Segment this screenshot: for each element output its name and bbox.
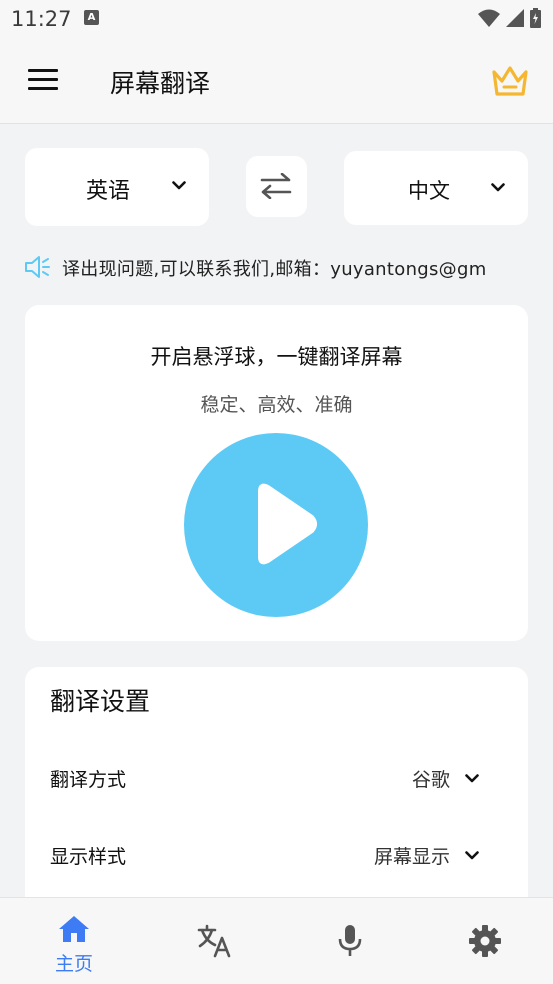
settings-gear-icon [469, 925, 501, 957]
status-bar: 11:27 A [0, 0, 553, 38]
app-bar: 屏幕翻译 [0, 38, 553, 124]
source-language-select[interactable]: 英语 [25, 148, 209, 226]
home-icon [59, 916, 89, 942]
floating-ball-title: 开启悬浮球，一键翻译屏幕 [150, 345, 403, 369]
translation-method-value: 谷歌 [411, 769, 450, 791]
translate-icon [197, 924, 231, 958]
swap-arrows-icon [260, 173, 292, 199]
swap-languages-button[interactable] [246, 156, 307, 217]
translation-method-row[interactable]: 翻译方式 谷歌 [25, 747, 528, 807]
chevron-down-icon [465, 851, 479, 860]
display-style-row[interactable]: 显示样式 屏幕显示 [25, 824, 528, 884]
target-language-select[interactable]: 中文 [344, 151, 528, 225]
hamburger-menu-icon[interactable] [28, 69, 58, 91]
battery-icon [530, 8, 541, 28]
floating-ball-subtitle: 稳定、高效、准确 [200, 394, 353, 416]
bottom-navigation: 主页 [0, 897, 553, 984]
settings-title: 翻译设置 [50, 687, 151, 716]
chevron-down-icon [172, 181, 186, 190]
start-floating-ball-button[interactable] [184, 433, 368, 617]
notice-text: 译出现问题,可以联系我们,邮箱：yuyantongs@gm [62, 259, 487, 280]
a-icon: A [84, 10, 99, 25]
display-style-value: 屏幕显示 [373, 846, 450, 868]
notice-marquee: 译出现问题,可以联系我们,邮箱：yuyantongs@gm [24, 250, 528, 284]
signal-icon [506, 9, 524, 27]
floating-ball-card: 开启悬浮球，一键翻译屏幕 稳定、高效、准确 [25, 305, 528, 641]
display-style-label: 显示样式 [50, 846, 127, 868]
microphone-icon [338, 925, 362, 956]
play-icon [258, 483, 317, 565]
nav-home-label: 主页 [54, 953, 93, 975]
chevron-down-icon [491, 183, 505, 192]
nav-voice[interactable] [300, 898, 400, 984]
status-time: 11:27 [11, 7, 72, 31]
translation-method-label: 翻译方式 [50, 769, 127, 791]
chevron-down-icon [465, 774, 479, 783]
crown-icon[interactable] [490, 63, 530, 99]
speaker-icon [25, 256, 50, 278]
page-title: 屏幕翻译 [110, 69, 211, 98]
nav-settings[interactable] [435, 898, 535, 984]
wifi-icon [478, 9, 500, 27]
source-language-label: 英语 [86, 179, 131, 204]
status-icons [478, 8, 541, 28]
target-language-label: 中文 [408, 179, 450, 203]
nav-home[interactable]: 主页 [24, 898, 124, 984]
nav-translate[interactable] [165, 898, 265, 984]
